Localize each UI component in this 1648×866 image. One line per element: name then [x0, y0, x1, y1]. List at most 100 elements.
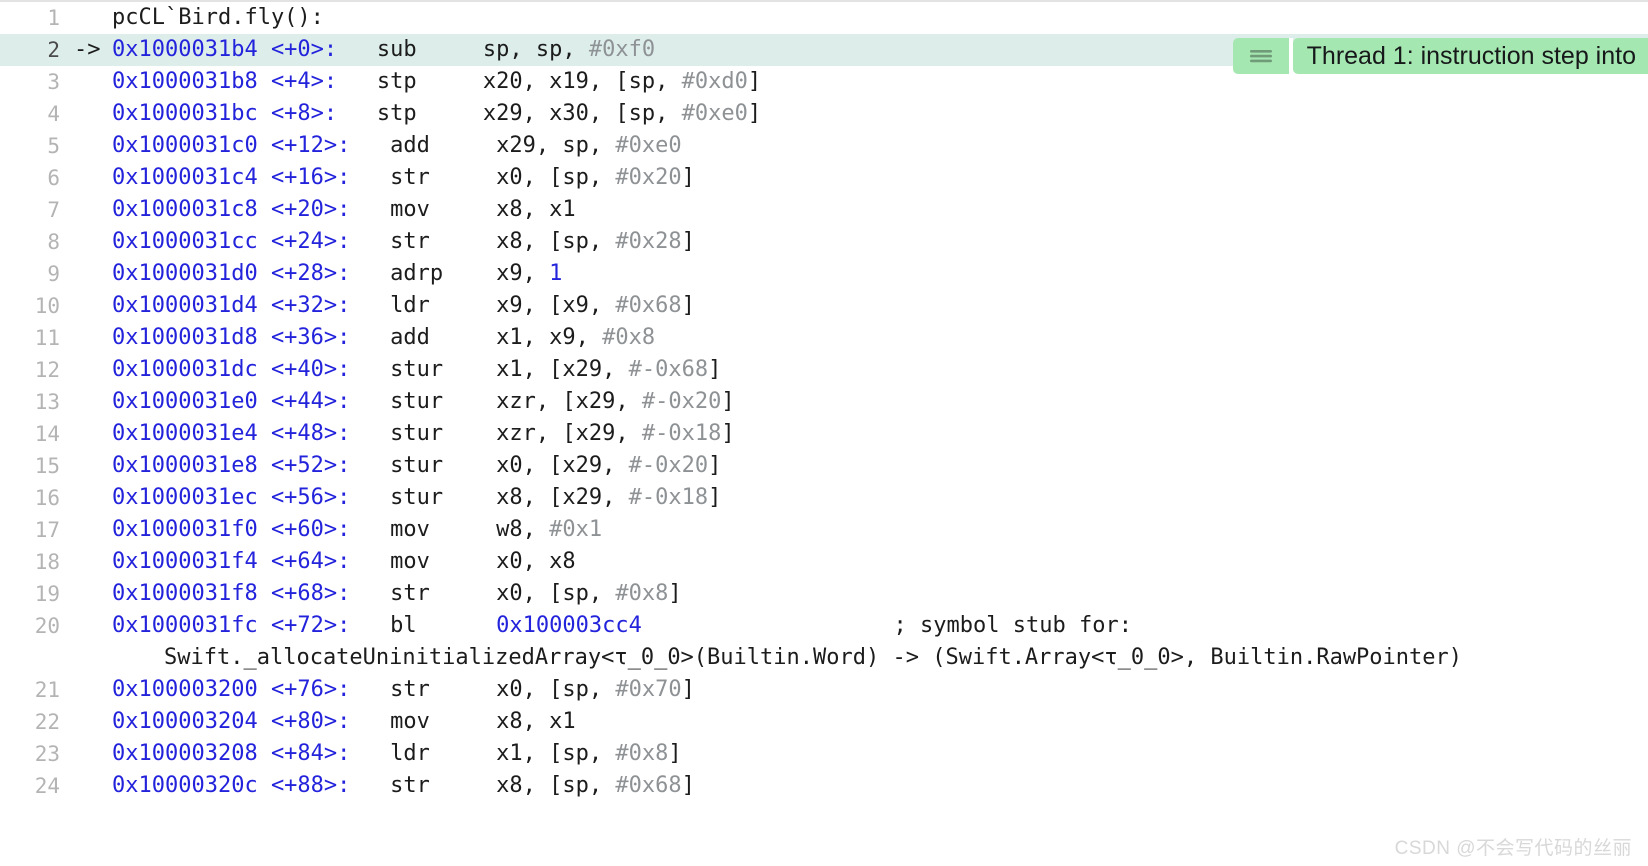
disassembly-line[interactable]: 15 0x1000031e8 <+52>: stur x0, [x29, #-0x… — [0, 450, 1648, 482]
disassembly-line[interactable]: 6 0x1000031c4 <+16>: str x0, [sp, #0x20] — [0, 162, 1648, 194]
instruction-address: 0x1000031dc <+40>: — [112, 357, 351, 382]
line-number: 7 — [47, 198, 60, 222]
disassembly-line[interactable]: 22 0x100003204 <+80>: mov x8, x1 — [0, 706, 1648, 738]
instruction-address: 0x1000031bc <+8>: — [112, 101, 338, 126]
instruction-text: 0x1000031cc <+24>: str x8, [sp, #0x28] — [112, 226, 1648, 258]
instruction-mnemonic: str — [390, 165, 430, 190]
line-number: 4 — [47, 102, 60, 126]
instruction-address: 0x1000031d0 <+28>: — [112, 261, 351, 286]
instruction-mnemonic: stp — [376, 101, 417, 126]
instruction-mnemonic: add — [390, 133, 430, 158]
comment-continuation: Swift._allocateUninitializedArray<τ_0_0>… — [164, 645, 1463, 670]
instruction-operands: x8, x1 — [496, 709, 576, 734]
instruction-address: 0x1000031cc <+24>: — [112, 229, 351, 254]
instruction-text: 0x1000031e8 <+52>: stur x0, [x29, #-0x20… — [112, 450, 1648, 482]
instruction-mnemonic: bl — [390, 613, 417, 638]
instruction-immediate: #0xd0 — [681, 69, 748, 94]
instruction-immediate: #0x68 — [615, 293, 682, 318]
instruction-operands-tail: ] — [681, 773, 695, 798]
instruction-address: 0x1000031fc <+72>: — [112, 613, 351, 638]
instruction-operands: x1, [sp, — [496, 741, 616, 766]
instruction-operands-tail: ] — [747, 69, 762, 94]
instruction-text: 0x1000031dc <+40>: stur x1, [x29, #-0x68… — [112, 354, 1648, 386]
line-number: 20 — [34, 614, 60, 638]
line-number: 6 — [47, 166, 60, 190]
instruction-operands-tail: ] — [681, 677, 695, 702]
instruction-operands-tail: ] — [708, 485, 722, 510]
instruction-operands: x9, — [496, 261, 550, 286]
thread-stop-annotation[interactable]: Thread 1: instruction step into — [1232, 38, 1648, 74]
instruction-operands-tail: ] — [681, 293, 695, 318]
instruction-immediate: #0x8 — [602, 325, 656, 350]
instruction-mnemonic: ldr — [390, 741, 430, 766]
line-number: 13 — [34, 390, 60, 414]
line-number: 5 — [47, 134, 60, 158]
line-number: 21 — [34, 678, 60, 702]
disassembly-line[interactable]: 11 0x1000031d8 <+36>: add x1, x9, #0x8 — [0, 322, 1648, 354]
instruction-mnemonic: sub — [376, 37, 417, 62]
instruction-text: 0x100003204 <+80>: mov x8, x1 — [112, 706, 1648, 738]
disassembly-line[interactable]: 19 0x1000031f8 <+68>: str x0, [sp, #0x8] — [0, 578, 1648, 610]
instruction-immediate: #0x8 — [615, 581, 669, 606]
disassembly-line[interactable]: 18 0x1000031f4 <+64>: mov x0, x8 — [0, 546, 1648, 578]
instruction-operands-tail: ] — [681, 229, 695, 254]
instruction-operands-tail: ] — [668, 741, 682, 766]
instruction-operands-tail: ] — [747, 101, 762, 126]
instruction-operands: x1, [x29, — [496, 357, 629, 382]
instruction-address: 0x1000031b8 <+4>: — [112, 69, 338, 94]
line-number: 23 — [34, 742, 60, 766]
disassembly-line[interactable]: 20 0x1000031fc <+72>: bl 0x100003cc4 ; sy… — [0, 610, 1648, 674]
line-number: 18 — [34, 550, 60, 574]
annotation-expand-button[interactable] — [1232, 38, 1289, 74]
instruction-operands: x0, [sp, — [496, 165, 616, 190]
line-number: 15 — [34, 454, 60, 478]
line-number: 1 — [47, 6, 60, 30]
instruction-immediate: #-0x18 — [641, 421, 722, 446]
instruction-address: 0x1000031d4 <+32>: — [112, 293, 351, 318]
instruction-text: pcCL`Bird.fly(): — [112, 2, 1648, 34]
disassembly-line[interactable]: 10 0x1000031d4 <+32>: ldr x9, [x9, #0x68] — [0, 290, 1648, 322]
instruction-text: 0x1000031bc <+8>: stp x29, x30, [sp, #0x… — [112, 98, 1648, 130]
instruction-mnemonic: stur — [390, 357, 444, 382]
instruction-mnemonic: adrp — [390, 261, 444, 286]
disassembly-line[interactable]: 24 0x10000320c <+88>: str x8, [sp, #0x68] — [0, 770, 1648, 802]
disassembly-line[interactable]: 23 0x100003208 <+84>: ldr x1, [sp, #0x8] — [0, 738, 1648, 770]
disassembly-line[interactable]: 9 0x1000031d0 <+28>: adrp x9, 1 — [0, 258, 1648, 290]
disassembly-line[interactable]: 13 0x1000031e0 <+44>: stur xzr, [x29, #-0… — [0, 386, 1648, 418]
disassembly-line[interactable]: 12 0x1000031dc <+40>: stur x1, [x29, #-0x… — [0, 354, 1648, 386]
instruction-operands: x8, [sp, — [496, 773, 616, 798]
disassembly-line[interactable]: 21 0x100003200 <+76>: str x0, [sp, #0x70] — [0, 674, 1648, 706]
instruction-immediate: #-0x20 — [641, 389, 722, 414]
instruction-mnemonic: stur — [390, 421, 444, 446]
instruction-address: 0x1000031ec <+56>: — [112, 485, 351, 510]
disassembly-line[interactable]: 4 0x1000031bc <+8>: stp x29, x30, [sp, #0… — [0, 98, 1648, 130]
disassembly-line[interactable]: 16 0x1000031ec <+56>: stur x8, [x29, #-0x… — [0, 482, 1648, 514]
hamburger-menu-icon — [1248, 49, 1274, 63]
instruction-text: 0x10000320c <+88>: str x8, [sp, #0x68] — [112, 770, 1648, 802]
line-number: 16 — [34, 486, 60, 510]
instruction-comment: ; symbol stub for: — [893, 613, 1132, 638]
disassembly-line[interactable]: 1 pcCL`Bird.fly(): — [0, 2, 1648, 34]
instruction-operands: x8, [sp, — [496, 229, 616, 254]
instruction-mnemonic: str — [390, 581, 430, 606]
disassembly-line[interactable]: 8 0x1000031cc <+24>: str x8, [sp, #0x28] — [0, 226, 1648, 258]
instruction-operands: x29, sp, — [496, 133, 616, 158]
instruction-operands: x9, [x9, — [496, 293, 616, 318]
instruction-text: 0x1000031ec <+56>: stur x8, [x29, #-0x18… — [112, 482, 1648, 514]
instruction-address: 0x1000031e8 <+52>: — [112, 453, 351, 478]
instruction-immediate: #0xe0 — [615, 133, 682, 158]
instruction-operands-tail: ] — [708, 357, 722, 382]
instruction-operands: w8, — [496, 517, 550, 542]
instruction-address: 0x1000031d8 <+36>: — [112, 325, 351, 350]
disassembly-view[interactable]: 1 pcCL`Bird.fly(): 2 -> 0x1000031b4 <+0>: su… — [0, 0, 1648, 866]
instruction-operands-tail: ] — [721, 421, 735, 446]
instruction-operands: sp, sp, — [482, 37, 589, 62]
annotation-message[interactable]: Thread 1: instruction step into — [1292, 38, 1648, 74]
instruction-text: 0x1000031c8 <+20>: mov x8, x1 — [112, 194, 1648, 226]
disassembly-line[interactable]: 14 0x1000031e4 <+48>: stur xzr, [x29, #-0… — [0, 418, 1648, 450]
disassembly-line[interactable]: 5 0x1000031c0 <+12>: add x29, sp, #0xe0 — [0, 130, 1648, 162]
instruction-mnemonic: mov — [390, 517, 430, 542]
instruction-immediate: #0x8 — [615, 741, 669, 766]
disassembly-line[interactable]: 17 0x1000031f0 <+60>: mov w8, #0x1 — [0, 514, 1648, 546]
disassembly-line[interactable]: 7 0x1000031c8 <+20>: mov x8, x1 — [0, 194, 1648, 226]
